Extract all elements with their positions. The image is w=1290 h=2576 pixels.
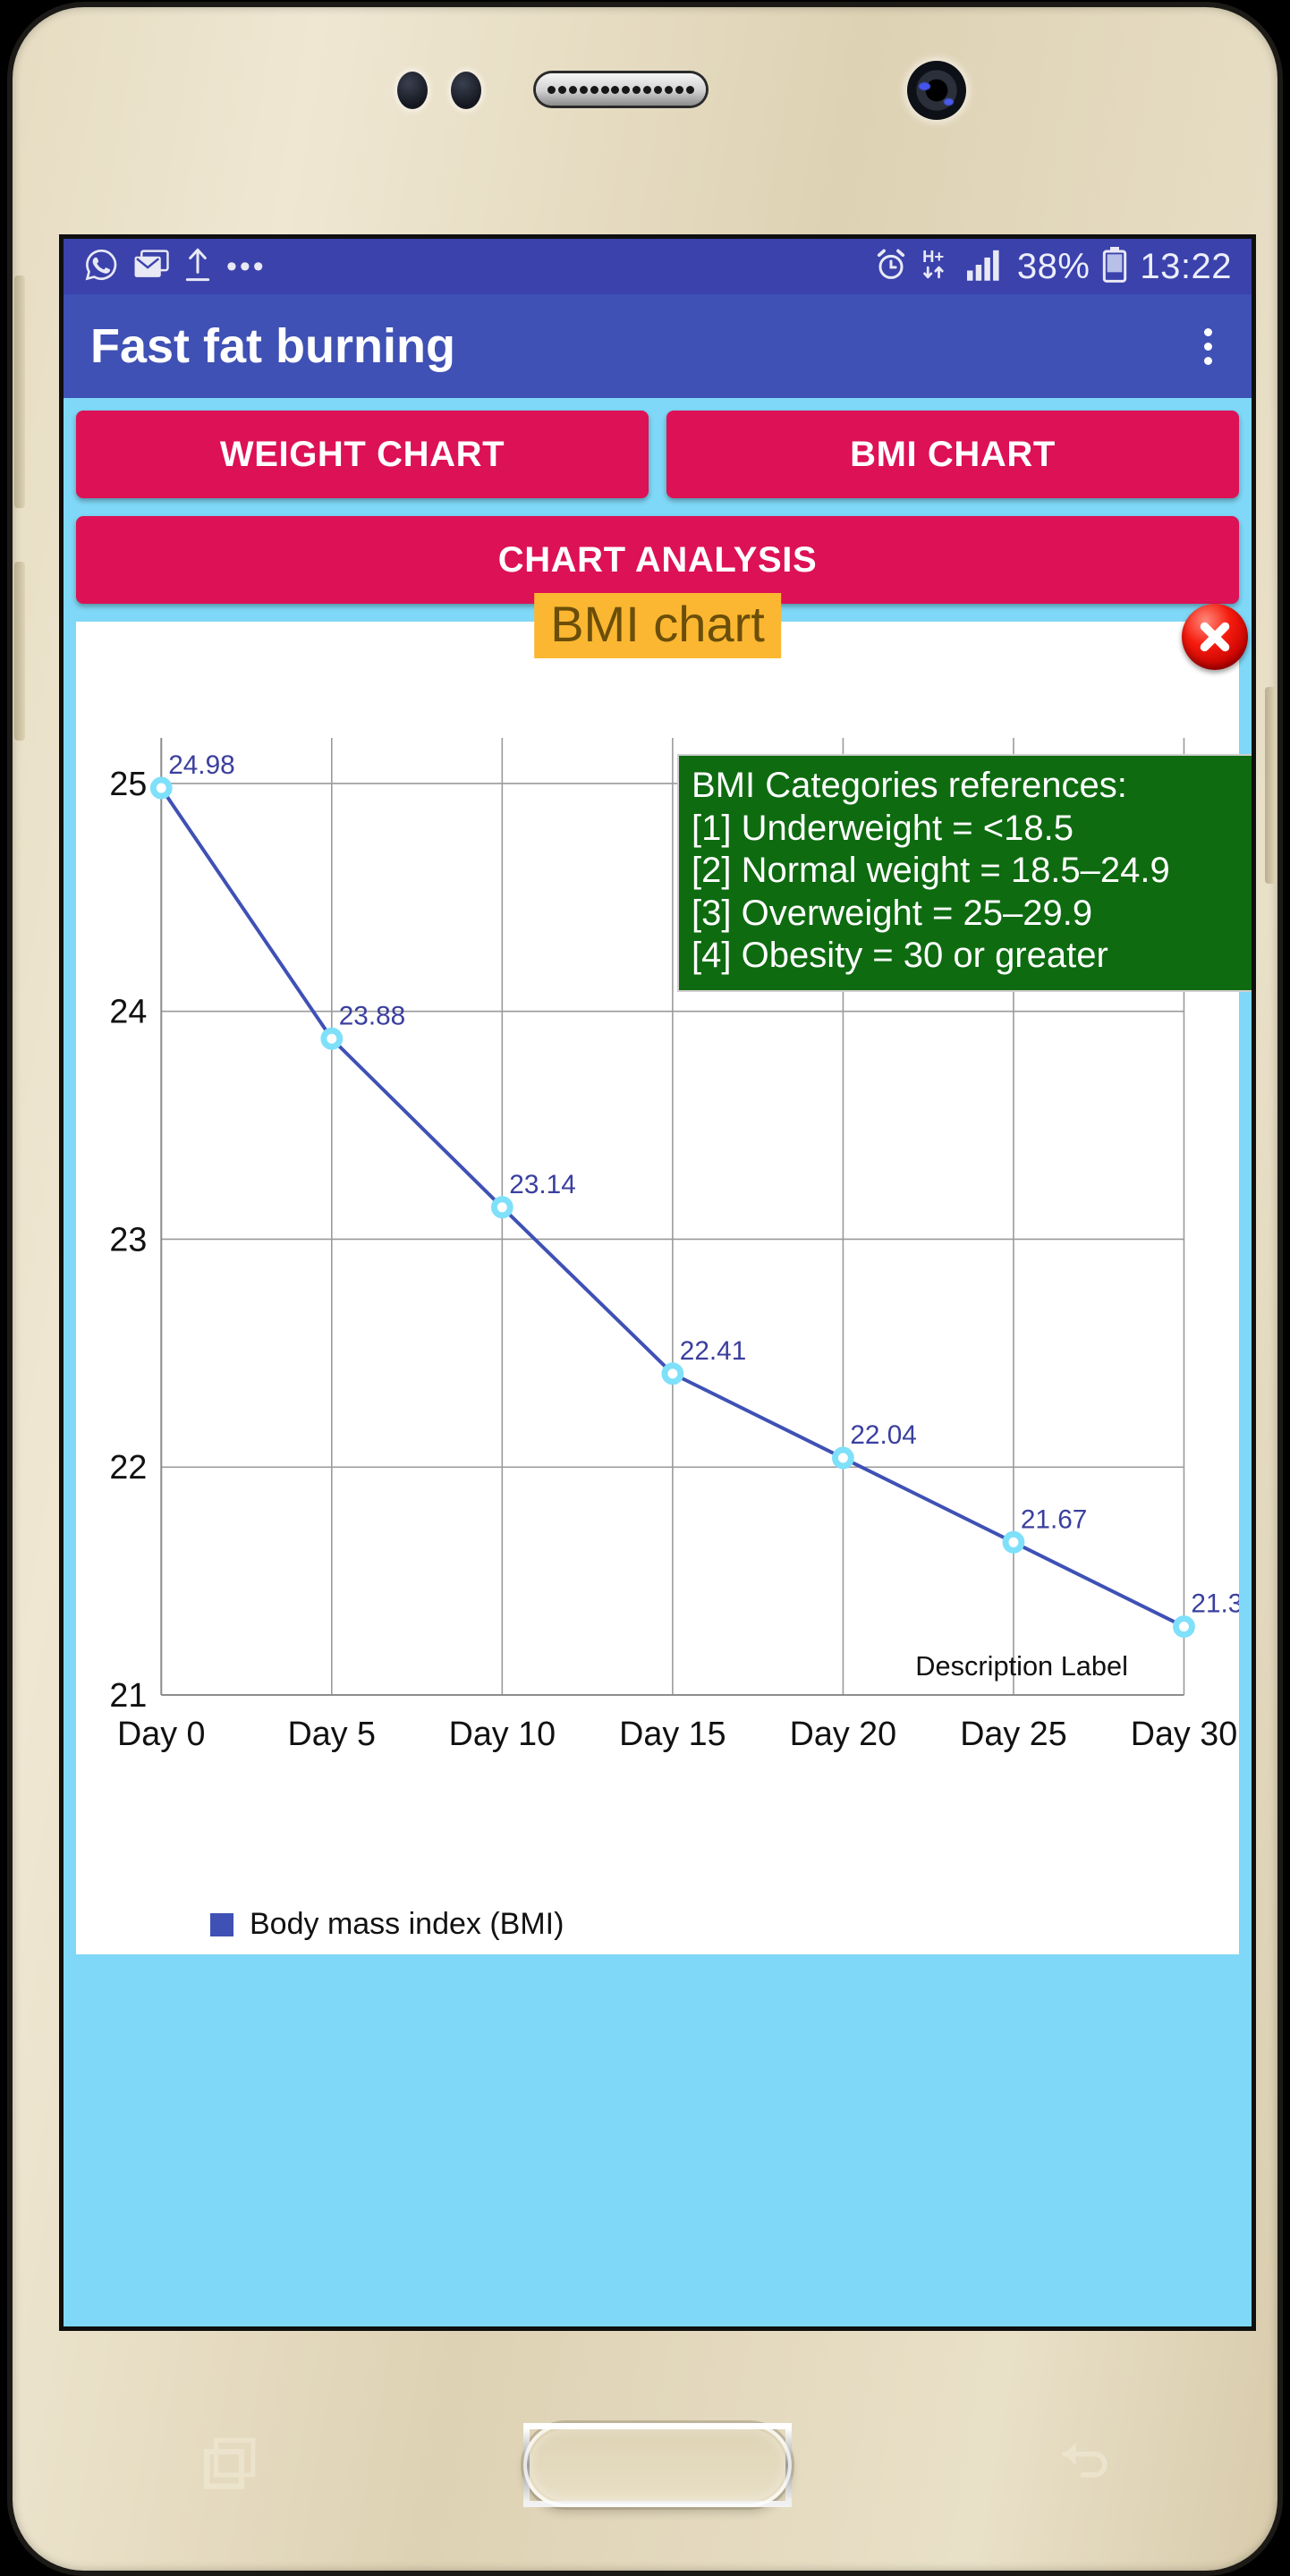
y-tick-label: 22 bbox=[109, 1449, 147, 1487]
x-tick-label: Day 15 bbox=[619, 1716, 726, 1753]
light-sensor-icon bbox=[451, 72, 481, 109]
x-tick-label: Day 5 bbox=[288, 1716, 376, 1753]
bmi-point-label: 22.04 bbox=[850, 1420, 916, 1450]
x-tick-label: Day 25 bbox=[960, 1716, 1066, 1753]
phone-screen: ••• H+ 38% 13:22 Fast fat burning WEIGHT… bbox=[59, 234, 1256, 2331]
bmi-point-label: 23.14 bbox=[509, 1170, 575, 1199]
reference-item-4: [4] Obesity = 30 or greater bbox=[692, 936, 1108, 976]
more-icon: ••• bbox=[226, 250, 267, 284]
bmi-reference-box: BMI Categories references: [1] Underweig… bbox=[677, 754, 1252, 992]
volume-down-button[interactable] bbox=[14, 562, 25, 741]
x-tick-label: Day 20 bbox=[790, 1716, 896, 1753]
clock-label: 13:22 bbox=[1140, 246, 1232, 286]
page-title: Fast fat burning bbox=[90, 319, 455, 373]
chart-analysis-button[interactable]: CHART ANALYSIS bbox=[76, 516, 1239, 604]
chart-tab-row: WEIGHT CHART BMI CHART bbox=[76, 411, 1239, 498]
bmi-point-label: 23.88 bbox=[339, 1001, 405, 1030]
reference-item-2: [2] Normal weight = 18.5–24.9 bbox=[692, 851, 1170, 891]
email-icon bbox=[133, 249, 169, 285]
phone-navigation-bar bbox=[59, 2394, 1256, 2537]
bmi-point-label: 21.30 bbox=[1191, 1589, 1239, 1618]
reference-item-3: [3] Overweight = 25–29.9 bbox=[692, 893, 1093, 933]
chart-title: BMI chart bbox=[534, 593, 781, 658]
bmi-point-label: 24.98 bbox=[168, 750, 234, 780]
reference-heading: BMI Categories references: bbox=[692, 766, 1127, 805]
y-tick-label: 25 bbox=[109, 766, 147, 803]
h-plus-data-icon: H+ bbox=[921, 246, 955, 287]
x-tick-label: Day 10 bbox=[449, 1716, 556, 1753]
proximity-sensor-icon bbox=[397, 72, 428, 109]
front-camera-icon bbox=[907, 61, 966, 120]
x-tick-label: Day 0 bbox=[117, 1716, 205, 1753]
home-button[interactable] bbox=[523, 2423, 792, 2507]
y-tick-label: 24 bbox=[109, 994, 147, 1031]
weight-chart-button[interactable]: WEIGHT CHART bbox=[76, 411, 649, 498]
reference-item-1: [1] Underweight = <18.5 bbox=[692, 808, 1074, 848]
y-tick-label: 23 bbox=[109, 1221, 147, 1258]
overflow-menu-icon[interactable] bbox=[1192, 319, 1225, 374]
recent-apps-icon[interactable] bbox=[202, 2436, 258, 2496]
y-tick-label: 21 bbox=[109, 1677, 147, 1715]
status-bar-left: ••• bbox=[83, 247, 267, 287]
close-icon[interactable] bbox=[1182, 604, 1248, 670]
bmi-chart-button[interactable]: BMI CHART bbox=[666, 411, 1239, 498]
phone-frame: ••• H+ 38% 13:22 Fast fat burning WEIGHT… bbox=[13, 7, 1277, 2571]
speaker-grille-icon bbox=[536, 73, 706, 106]
bmi-point-label: 21.67 bbox=[1021, 1504, 1087, 1534]
battery-icon bbox=[1102, 246, 1127, 287]
whatsapp-icon bbox=[83, 247, 119, 287]
svg-text:H+: H+ bbox=[922, 247, 944, 266]
back-icon[interactable] bbox=[1057, 2436, 1113, 2496]
signal-bars-icon bbox=[966, 249, 1005, 285]
bmi-point-label: 22.41 bbox=[680, 1336, 746, 1366]
analysis-row: CHART ANALYSIS bbox=[76, 516, 1239, 604]
legend-swatch-icon bbox=[210, 1912, 233, 1936]
alarm-icon bbox=[874, 248, 908, 286]
battery-percent-label: 38% bbox=[1016, 246, 1091, 286]
bmi-chart-card: BMI chart 24.98 23.88 23.14 22.41 22.04 21.67… bbox=[76, 593, 1252, 1954]
y-axis-tick-labels: 21 22 23 24 25 bbox=[109, 766, 147, 1715]
x-axis-tick-labels: Day 0 Day 5 Day 10 Day 15 Day 20 Day 25 Day 30 bbox=[117, 1716, 1237, 1753]
app-content: WEIGHT CHART BMI CHART CHART ANALYSIS BM… bbox=[64, 398, 1252, 2326]
status-bar-right: H+ 38% 13:22 bbox=[874, 246, 1232, 287]
power-button[interactable] bbox=[1265, 687, 1276, 884]
x-tick-label: Day 30 bbox=[1131, 1716, 1237, 1753]
close-x-glyph bbox=[1200, 622, 1230, 652]
description-label: Description Label bbox=[915, 1650, 1128, 1682]
app-bar: Fast fat burning bbox=[64, 294, 1252, 398]
status-bar: ••• H+ 38% 13:22 bbox=[64, 239, 1252, 294]
upload-icon bbox=[183, 247, 212, 287]
volume-up-button[interactable] bbox=[14, 275, 25, 508]
chart-legend: Body mass index (BMI) bbox=[210, 1907, 564, 1942]
legend-label: Body mass index (BMI) bbox=[250, 1907, 564, 1941]
